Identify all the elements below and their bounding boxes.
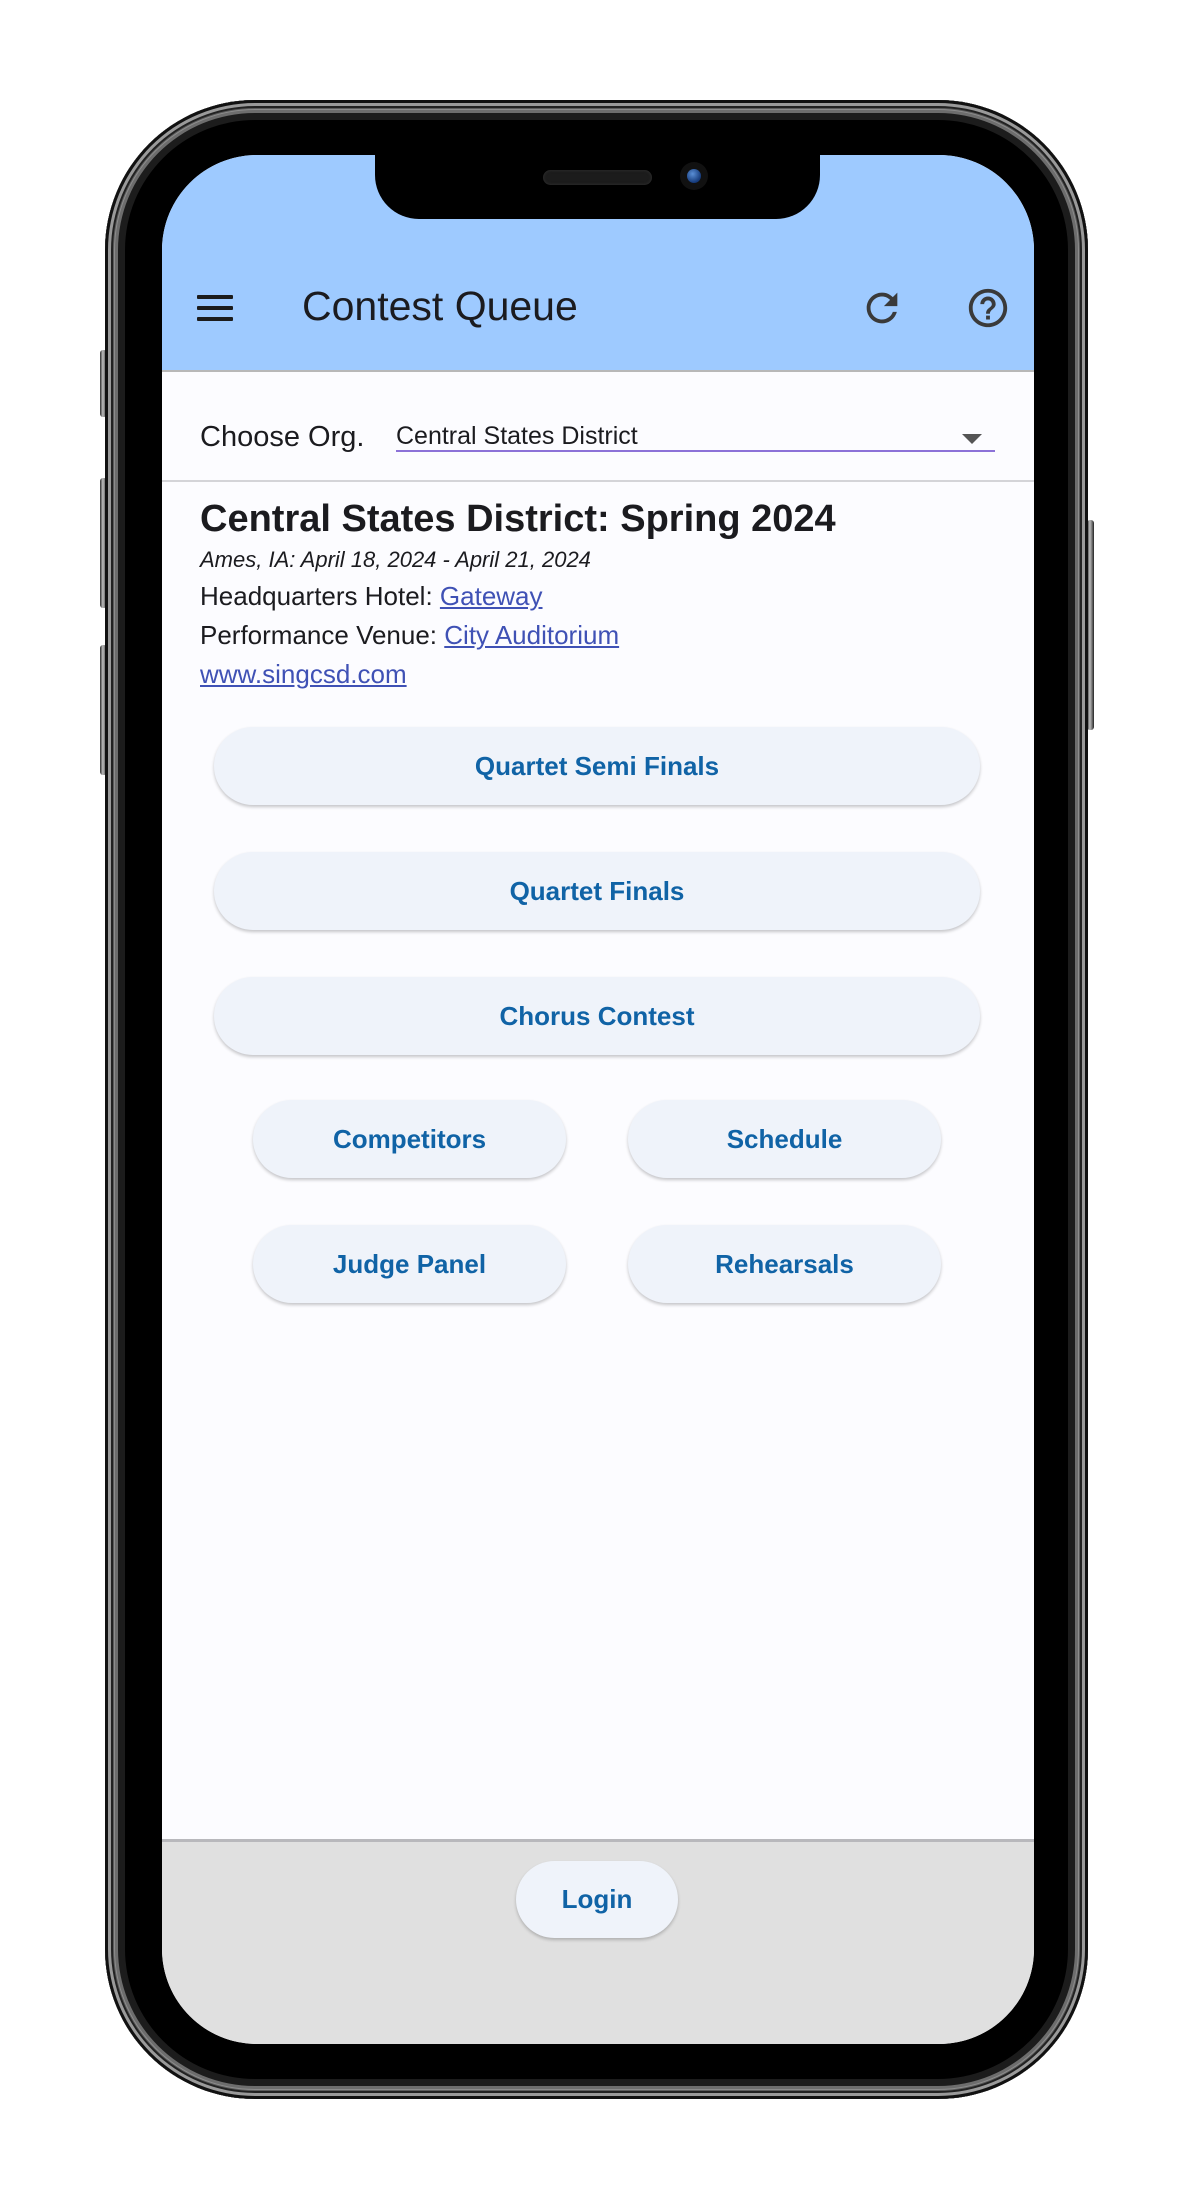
website-link[interactable]: www.singcsd.com <box>200 659 407 689</box>
quartet-semi-finals-button[interactable]: Quartet Semi Finals <box>214 727 980 805</box>
login-button[interactable]: Login <box>516 1861 678 1938</box>
chorus-contest-button[interactable]: Chorus Contest <box>214 977 980 1055</box>
website-line: www.singcsd.com <box>200 655 1000 694</box>
phone-screen: Contest Queue Choose Org. Central States… <box>162 155 1034 2044</box>
venue-label: Performance Venue: <box>200 620 445 650</box>
venue-line: Performance Venue: City Auditorium <box>200 616 1000 655</box>
refresh-icon[interactable] <box>859 285 905 331</box>
competitors-button[interactable]: Competitors <box>253 1100 566 1178</box>
dropdown-arrow-icon <box>962 434 982 444</box>
footer-bar: Login <box>162 1839 1034 2044</box>
rehearsals-button[interactable]: Rehearsals <box>628 1225 941 1303</box>
phone-power-button <box>1087 520 1094 730</box>
schedule-button[interactable]: Schedule <box>628 1100 941 1178</box>
venue-link[interactable]: City Auditorium <box>444 620 619 650</box>
hotel-label: Headquarters Hotel: <box>200 581 440 611</box>
org-label: Choose Org. <box>200 421 365 453</box>
event-title: Central States District: Spring 2024 <box>200 498 836 540</box>
phone-camera <box>680 162 708 190</box>
help-circle-icon[interactable] <box>965 285 1011 331</box>
phone-speaker <box>543 170 652 185</box>
quartet-finals-button[interactable]: Quartet Finals <box>214 852 980 930</box>
hotel-link[interactable]: Gateway <box>440 581 543 611</box>
hamburger-menu-icon[interactable] <box>197 295 233 321</box>
hotel-line: Headquarters Hotel: Gateway <box>200 577 1000 616</box>
org-dropdown-value: Central States District <box>396 422 638 450</box>
event-dates: Ames, IA: April 18, 2024 - April 21, 202… <box>200 547 591 572</box>
org-dropdown[interactable]: Central States District <box>396 396 995 452</box>
org-selector-row: Choose Org. Central States District <box>162 372 1034 482</box>
event-info: Central States District: Spring 2024 Ame… <box>200 495 1000 694</box>
judge-panel-button[interactable]: Judge Panel <box>253 1225 566 1303</box>
app-title: Contest Queue <box>302 283 578 329</box>
